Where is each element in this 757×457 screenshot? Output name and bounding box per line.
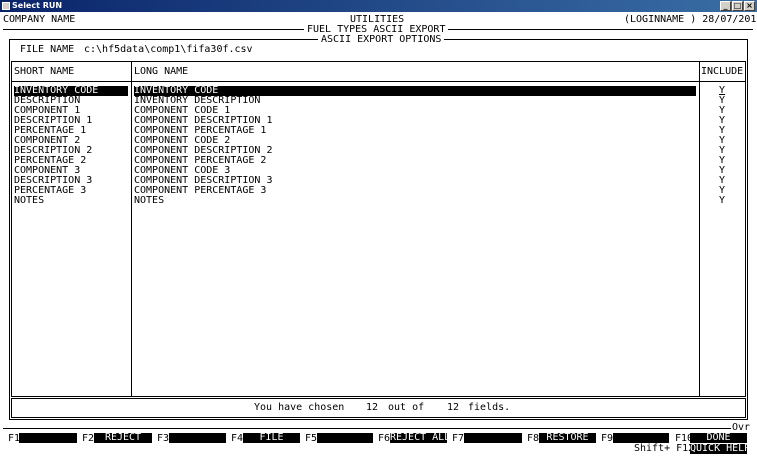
- f3-button[interactable]: [169, 433, 226, 443]
- fkey-f9-number: F9: [601, 433, 614, 444]
- column-divider: [699, 61, 700, 397]
- status-total-count: 12: [447, 402, 460, 413]
- done-button[interactable]: DONE: [690, 433, 747, 443]
- f7-button[interactable]: [464, 433, 522, 443]
- window-title: Select RUN: [12, 1, 63, 10]
- company-name: COMPANY NAME: [3, 14, 76, 25]
- f1-button[interactable]: [19, 433, 77, 443]
- restore-button[interactable]: RESTORE: [539, 433, 596, 443]
- include-cell[interactable]: Y: [719, 196, 725, 206]
- column-divider: [131, 61, 132, 397]
- footer-divider: [3, 428, 731, 429]
- file-button[interactable]: FILE: [243, 433, 300, 443]
- status-prefix: You have chosen: [254, 402, 345, 413]
- header-row-divider: [11, 81, 746, 82]
- overwrite-indicator: Ovr: [732, 422, 751, 433]
- minimize-icon[interactable]: _: [720, 1, 731, 11]
- fkey-f6-number: F6: [378, 433, 391, 444]
- fkey-f7-number: F7: [452, 433, 465, 444]
- column-header-short-name: SHORT NAME: [14, 66, 75, 77]
- user-date: (LOGINNAME ) 28/07/2011: [624, 14, 757, 25]
- status-middle: out of: [388, 402, 425, 413]
- maximize-icon[interactable]: □: [732, 1, 743, 11]
- file-name-field[interactable]: c:\hf5data\comp1\fifa30f.csv: [84, 45, 253, 55]
- f9-button[interactable]: [613, 433, 669, 443]
- column-header-long-name: LONG NAME: [134, 66, 189, 77]
- file-name-label: FILE NAME: [20, 44, 75, 55]
- app-icon: [2, 2, 10, 10]
- options-title: ASCII EXPORT OPTIONS: [318, 35, 445, 45]
- long-name-cell[interactable]: NOTES: [134, 196, 164, 206]
- reject-button[interactable]: REJECT: [94, 433, 152, 443]
- fkey-f4-number: F4: [231, 433, 244, 444]
- status-chosen-count: 12: [366, 402, 379, 413]
- f5-button[interactable]: [317, 433, 373, 443]
- fkey-f5-number: F5: [305, 433, 318, 444]
- quick-help-button[interactable]: QUICK HELP: [690, 444, 750, 454]
- column-header-include: INCLUDE: [701, 66, 744, 77]
- close-icon[interactable]: ×: [744, 1, 755, 11]
- fkey-f3-number: F3: [157, 433, 170, 444]
- fkey-shift-f12-number: Shift+ F12: [634, 443, 695, 454]
- status-suffix: fields.: [468, 402, 511, 413]
- short-name-cell[interactable]: NOTES: [14, 196, 44, 206]
- fkey-f8-number: F8: [527, 433, 540, 444]
- fields-table: [11, 61, 746, 397]
- status-bar: [11, 398, 746, 418]
- reject-all-button[interactable]: REJECT ALL: [390, 433, 450, 443]
- fkey-f2-number: F2: [82, 433, 95, 444]
- window-titlebar: Select RUN _ □ ×: [0, 0, 757, 12]
